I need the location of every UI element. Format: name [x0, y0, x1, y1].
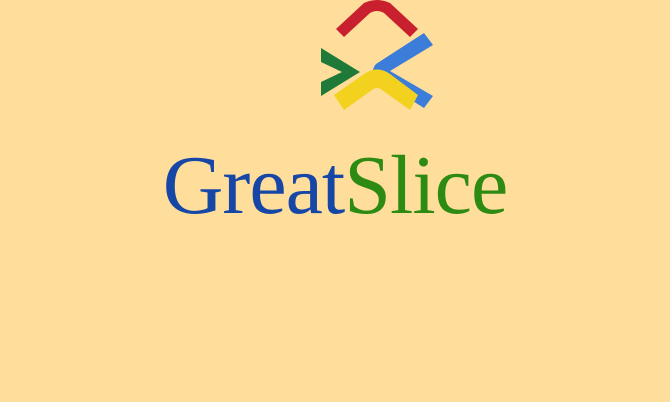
brand-name-part-great: Great [162, 139, 346, 232]
logo-top-chevron [336, 0, 418, 37]
brand-wordmark: GreatSlice [0, 136, 670, 236]
landing-page: GreatSlice [0, 0, 670, 402]
four-chevron-logo-icon [321, 0, 433, 110]
brand-name-part-slice: Slice [344, 139, 508, 232]
